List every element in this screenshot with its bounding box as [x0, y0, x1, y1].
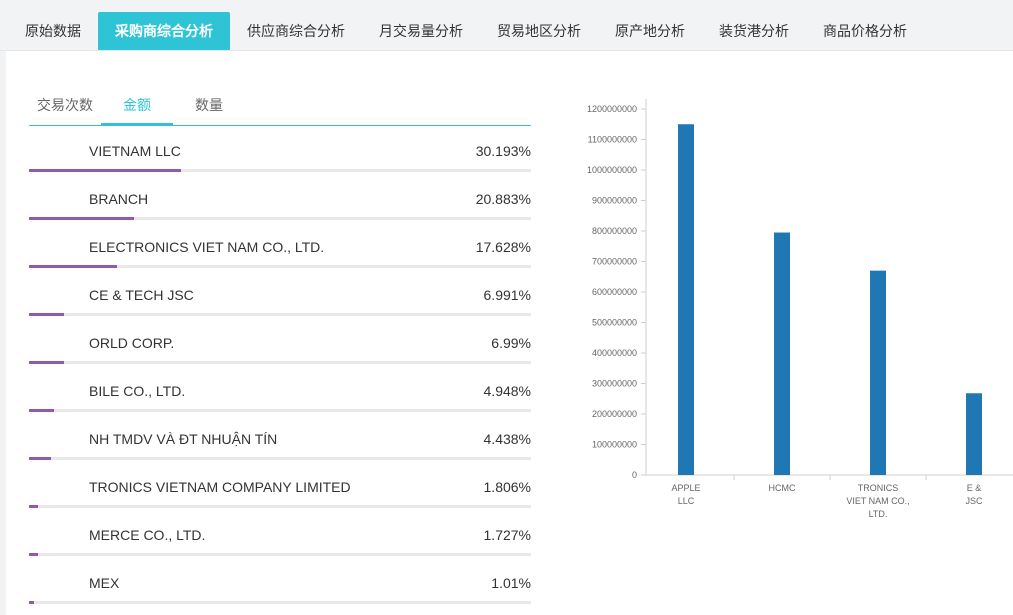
- progress-fill: [29, 409, 54, 412]
- buyer-percentage: 6.99%: [491, 335, 531, 351]
- buyer-name: MERCE CO., LTD.: [89, 527, 206, 543]
- y-tick-label: 900000000: [592, 196, 637, 206]
- top-tab-0[interactable]: 原始数据: [8, 12, 98, 50]
- top-tab-7[interactable]: 商品价格分析: [806, 12, 924, 50]
- content-panel: 交易次数 金额 数量 VIETNAM LLC 30.193% BRANCH 20.883%…: [6, 51, 1013, 615]
- bar: [966, 393, 982, 475]
- y-tick-label: 1200000000: [587, 104, 637, 114]
- sub-tab-1[interactable]: 金额: [101, 86, 173, 126]
- list-item: VIETNAM LLC 30.193%: [29, 129, 531, 177]
- buyer-percentage: 20.883%: [475, 191, 531, 207]
- sub-tab-2[interactable]: 数量: [173, 86, 245, 126]
- list-item: ELECTRONICS VIET NAM CO., LTD. 17.628%: [29, 225, 531, 273]
- progress-fill: [29, 505, 39, 508]
- x-tick-label: APPLE: [671, 483, 700, 493]
- list-item: ORLD CORP. 6.99%: [29, 321, 531, 369]
- buyer-amount-bar-chart: 0 100000000 200000000 300000000 400000000 500…: [566, 96, 1013, 566]
- y-tick-label: 700000000: [592, 257, 637, 267]
- list-item: BRANCH 20.883%: [29, 177, 531, 225]
- buyer-percentage: 6.991%: [483, 287, 531, 303]
- top-tab-4[interactable]: 贸易地区分析: [480, 12, 598, 50]
- progress-track: [29, 505, 531, 508]
- buyer-percentage: 30.193%: [475, 143, 531, 159]
- buyer-name: TRONICS VIETNAM COMPANY LIMITED: [89, 479, 351, 495]
- y-tick-label: 300000000: [592, 379, 637, 389]
- list-item: MERCE CO., LTD. 1.727%: [29, 513, 531, 561]
- top-tab-6[interactable]: 装货港分析: [702, 12, 806, 50]
- progress-fill: [29, 265, 118, 268]
- bar: [870, 270, 886, 475]
- list-item: CE & TECH JSC 6.991%: [29, 273, 531, 321]
- x-tick-label: E &: [967, 483, 982, 493]
- progress-fill: [29, 169, 181, 172]
- y-tick-label: 1100000000: [588, 135, 637, 145]
- progress-fill: [29, 553, 38, 556]
- top-tab-2[interactable]: 供应商综合分析: [230, 12, 362, 50]
- bar: [774, 232, 790, 475]
- x-tick-label: JSC: [965, 496, 983, 506]
- progress-fill: [29, 217, 134, 220]
- buyer-percentage: 1.727%: [483, 527, 531, 543]
- buyer-name: VIETNAM LLC: [89, 143, 181, 159]
- progress-track: [29, 313, 531, 316]
- top-tab-bar: 原始数据 采购商综合分析 供应商综合分析 月交易量分析 贸易地区分析 原产地分析 装货港分析…: [0, 0, 1013, 51]
- y-tick-label: 100000000: [592, 440, 637, 450]
- progress-track: [29, 457, 531, 460]
- buyer-percentage: 4.948%: [483, 383, 531, 399]
- buyer-name: BILE CO., LTD.: [89, 383, 186, 399]
- buyer-name: BRANCH: [89, 191, 149, 207]
- x-tick-label: VIET NAM CO.,: [846, 496, 909, 506]
- top-tab-5[interactable]: 原产地分析: [598, 12, 702, 50]
- y-tick-label: 400000000: [592, 348, 637, 358]
- x-tick-label: LTD.: [869, 509, 888, 519]
- progress-track: [29, 553, 531, 556]
- buyer-percentage: 4.438%: [483, 431, 531, 447]
- progress-fill: [29, 601, 35, 604]
- x-tick-label: TRONICS: [858, 483, 899, 493]
- progress-track: [29, 409, 531, 412]
- progress-fill: [29, 313, 65, 316]
- list-item: MEX 1.01%: [29, 561, 531, 609]
- buyer-percentage: 1.806%: [483, 479, 531, 495]
- buyer-percentage: 17.628%: [475, 239, 531, 255]
- x-tick-label: LLC: [678, 496, 695, 506]
- x-tick-label: HCMC: [769, 483, 796, 493]
- y-tick-label: 500000000: [592, 318, 637, 328]
- progress-track: [29, 265, 531, 268]
- sub-tab-0[interactable]: 交易次数: [29, 86, 101, 126]
- progress-track: [29, 601, 531, 604]
- y-tick-label: 800000000: [592, 226, 637, 236]
- buyer-name: CE & TECH JSC: [89, 287, 194, 303]
- progress-track: [29, 169, 531, 172]
- y-tick-label: 600000000: [592, 287, 637, 297]
- list-item: TRONICS VIETNAM COMPANY LIMITED 1.806%: [29, 465, 531, 513]
- progress-fill: [29, 457, 52, 460]
- progress-fill: [29, 361, 65, 364]
- list-item: NH TMDV VÀ ĐT NHUẬN TÍN 4.438%: [29, 417, 531, 465]
- y-tick-label: 1000000000: [587, 165, 637, 175]
- y-tick-label: 0: [632, 470, 637, 480]
- buyer-percentage: 1.01%: [491, 575, 531, 591]
- top-tab-3[interactable]: 月交易量分析: [362, 12, 480, 50]
- buyer-name: NH TMDV VÀ ĐT NHUẬN TÍN: [89, 431, 278, 447]
- buyer-name: ELECTRONICS VIET NAM CO., LTD.: [89, 239, 325, 255]
- buyer-name: ORLD CORP.: [89, 335, 175, 351]
- buyer-name: MEX: [89, 575, 120, 591]
- list-item: BILE CO., LTD. 4.948%: [29, 369, 531, 417]
- progress-track: [29, 217, 531, 220]
- y-tick-label: 200000000: [592, 409, 637, 419]
- buyer-share-list: VIETNAM LLC 30.193% BRANCH 20.883% ELECTRONI…: [29, 129, 531, 609]
- bar-chart-svg: 0 100000000 200000000 300000000 400000000 500…: [587, 99, 1013, 519]
- progress-track: [29, 361, 531, 364]
- top-tab-1[interactable]: 采购商综合分析: [98, 12, 230, 50]
- bar: [678, 124, 694, 475]
- sub-tab-bar: 交易次数 金额 数量: [29, 86, 531, 126]
